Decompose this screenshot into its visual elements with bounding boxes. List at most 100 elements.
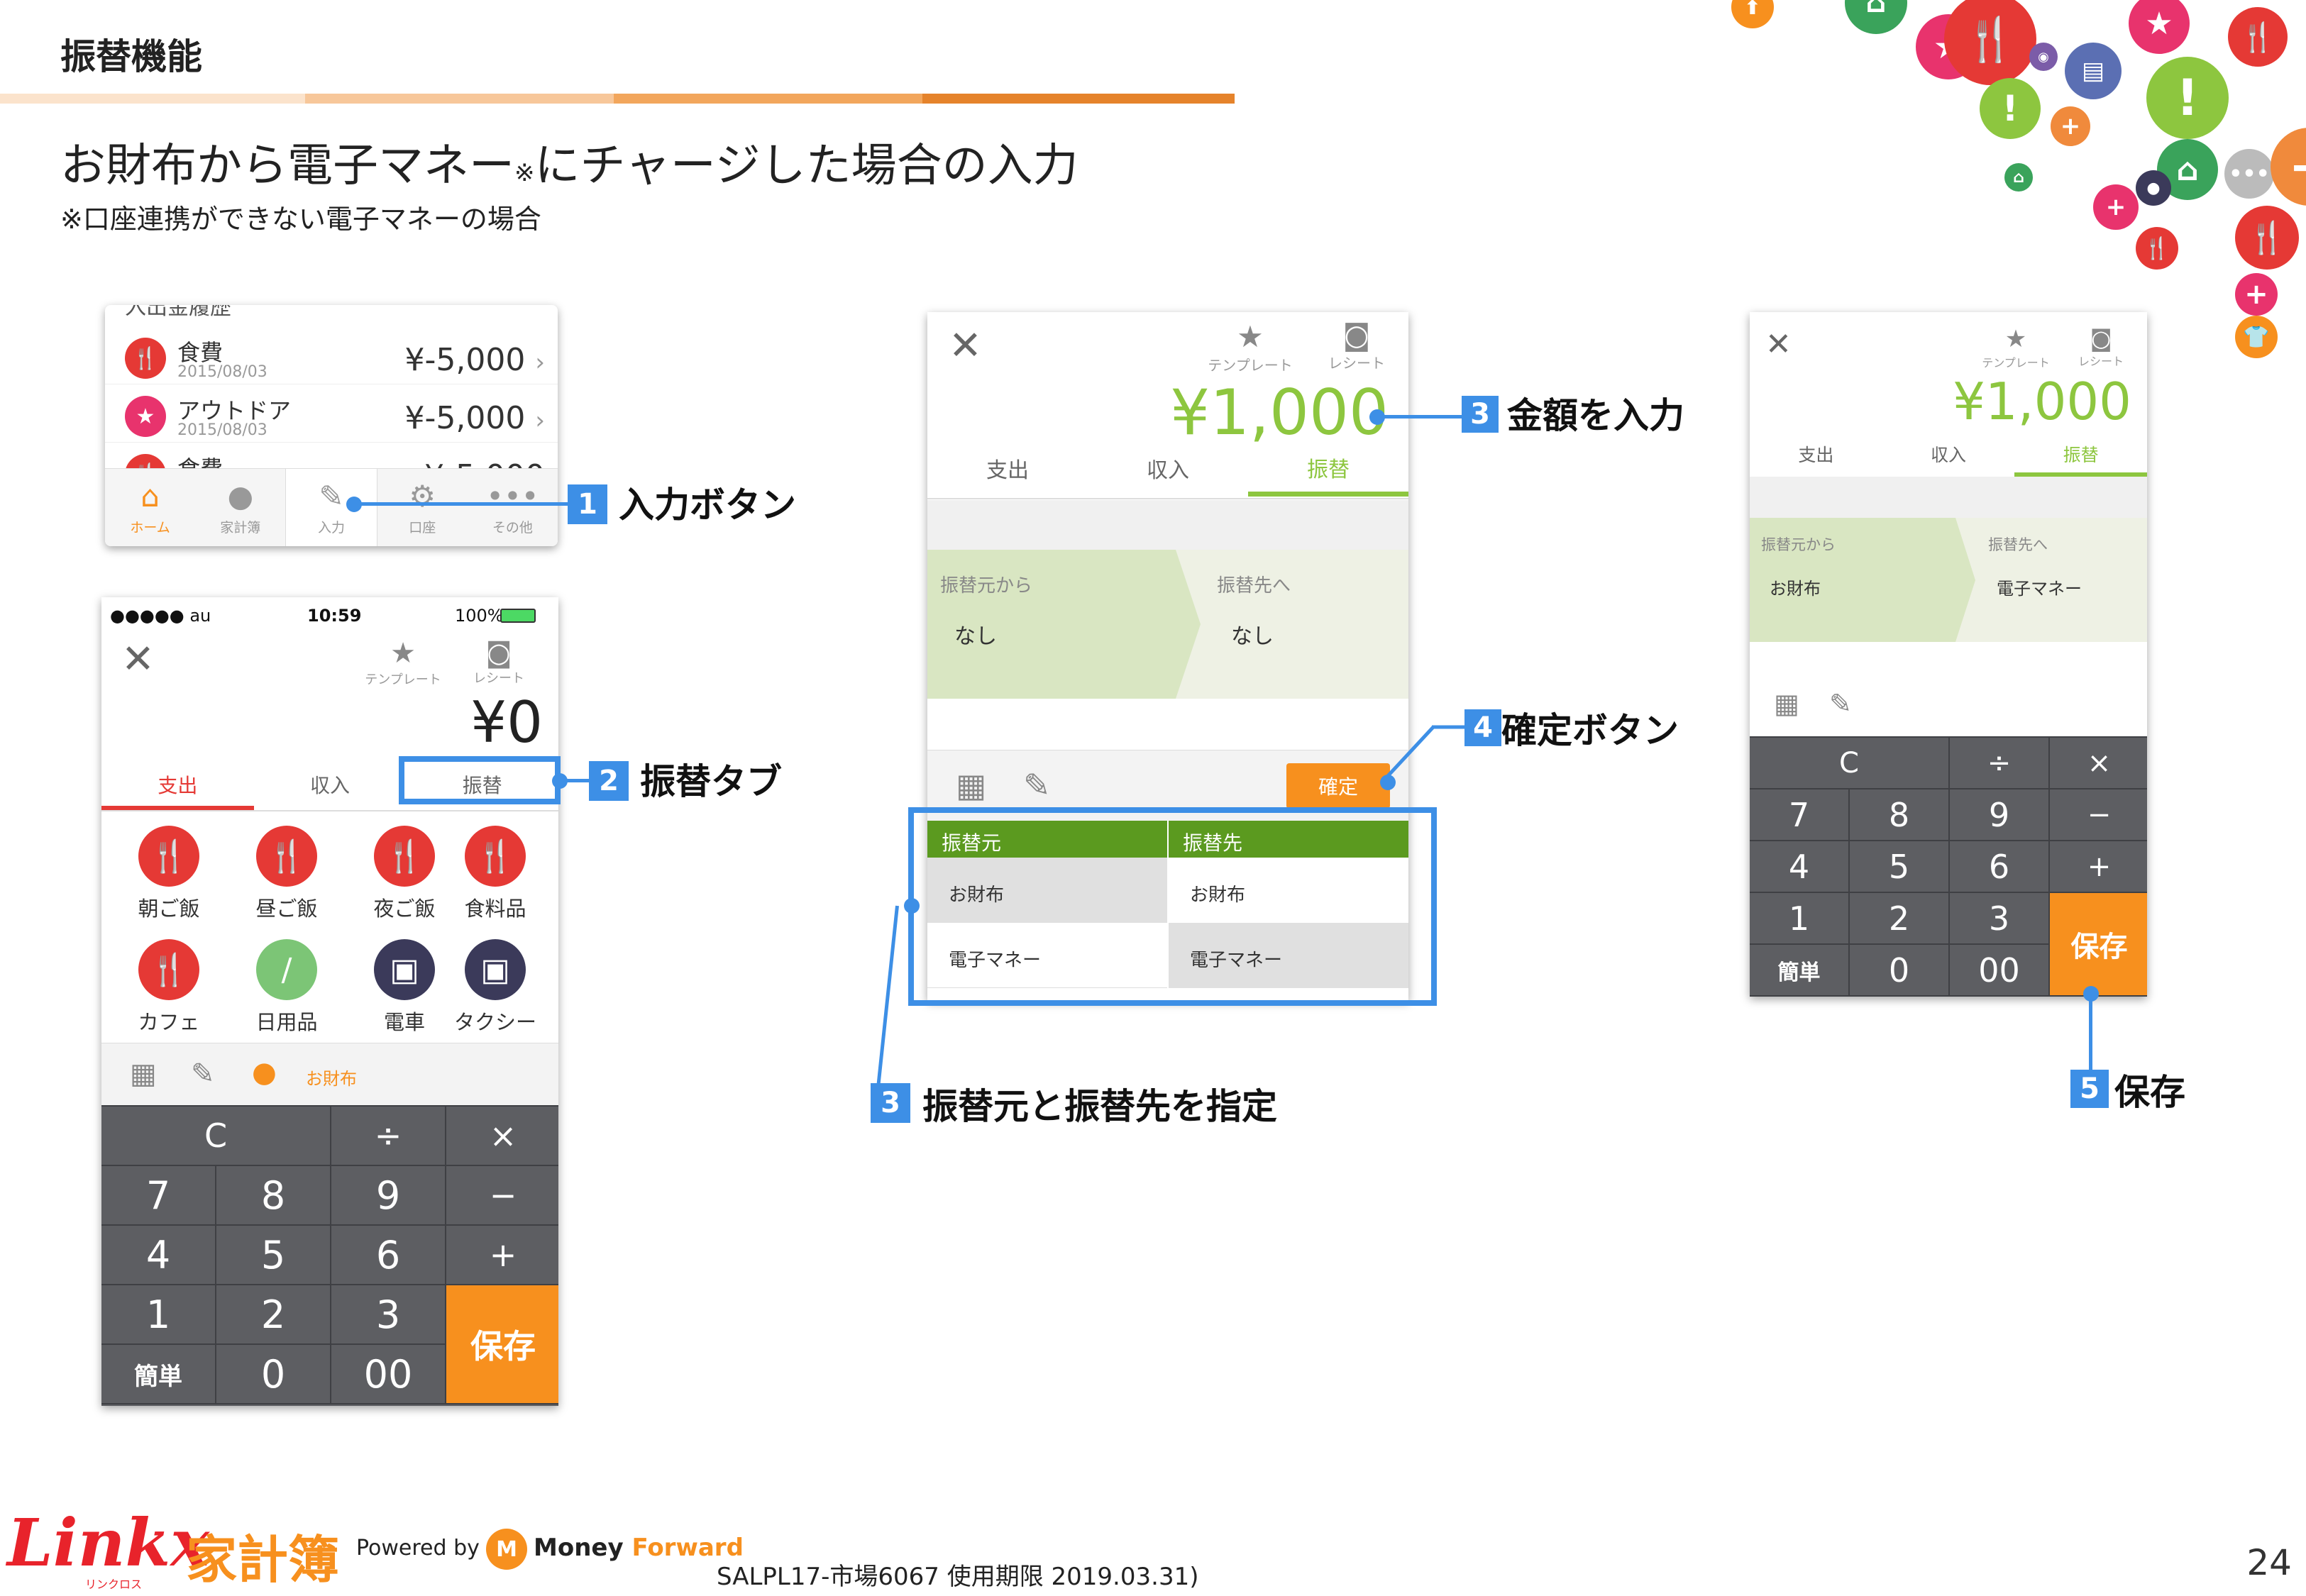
key-plus[interactable]: + [2048, 840, 2147, 893]
tab-expense[interactable]: 支出 [927, 453, 1088, 497]
tab-more[interactable]: ••• その他 [468, 469, 558, 546]
memo-icon[interactable]: ✎ [191, 1058, 215, 1090]
wallet-icon[interactable]: ● [252, 1056, 277, 1089]
amount-display: ¥0 [470, 689, 543, 755]
key-clear[interactable]: C [1750, 736, 1950, 789]
key-9[interactable]: 9 [330, 1165, 446, 1226]
from-value: お財布 [1770, 579, 1821, 599]
callout-1-text: 入力ボタン [619, 484, 796, 526]
from-field[interactable]: 振替元から なし [940, 571, 1167, 650]
callout-2-line [561, 779, 589, 782]
key-simple[interactable]: 簡単 [1750, 943, 1850, 997]
key-minus[interactable]: − [445, 1165, 558, 1226]
key-1[interactable]: 1 [1750, 892, 1850, 945]
tab-home[interactable]: ⌂ ホーム [105, 469, 195, 546]
save-button[interactable]: 保存 [445, 1284, 558, 1404]
key-minus[interactable]: − [2048, 788, 2147, 841]
category-item[interactable]: ▣ タクシー [442, 939, 548, 1036]
list-item[interactable]: ★ アウトドア 2015/08/03 ¥-5,000 › [105, 384, 558, 443]
tab-income[interactable]: 収入 [254, 770, 407, 810]
save-button[interactable]: 保存 [2048, 892, 2147, 997]
key-simple[interactable]: 簡単 [101, 1343, 216, 1404]
title-underline-4 [922, 94, 1235, 104]
tab-transfer[interactable]: 振替 [2014, 441, 2147, 477]
key-00[interactable]: 00 [1948, 943, 2050, 997]
input-toolbar: ▦ ✎ ● お財布 [101, 1043, 558, 1105]
tab-expense[interactable]: 支出 [1750, 441, 1882, 477]
calendar-icon[interactable]: ▦ [1774, 688, 1799, 719]
tab-expense[interactable]: 支出 [101, 770, 254, 810]
memo-icon[interactable]: ✎ [1829, 688, 1852, 719]
key-00[interactable]: 00 [330, 1343, 446, 1404]
callout-picker-highlight [908, 807, 1437, 1006]
calendar-icon[interactable]: ▦ [130, 1058, 157, 1090]
key-2[interactable]: 2 [1848, 892, 1950, 945]
key-0[interactable]: 0 [1848, 943, 1950, 997]
template-button[interactable]: ★ テンプレート [364, 637, 442, 688]
star-icon: ★ [1237, 319, 1264, 354]
category-item[interactable]: ∕ 日用品 [233, 939, 340, 1036]
receipt-button[interactable]: ◙ レシート [2069, 325, 2133, 369]
money-forward-icon: M [486, 1529, 527, 1570]
alert-icon: ! [2146, 57, 2229, 139]
list-item[interactable]: 🍴 食費 2015/08/03 ¥-5,000 › [105, 326, 558, 384]
close-icon[interactable]: ✕ [121, 636, 155, 682]
key-7[interactable]: 7 [101, 1165, 216, 1226]
category-item[interactable]: 🍴 食料品 [442, 826, 548, 922]
key-8[interactable]: 8 [1848, 788, 1950, 841]
receipt-button[interactable]: ◙ レシート [1318, 319, 1396, 372]
tab-kakeibo[interactable]: ● 家計簿 [195, 469, 285, 546]
amount-display: ¥1,000 [1170, 376, 1389, 449]
category-item[interactable]: 🍴 昼ご飯 [233, 826, 340, 922]
memo-icon[interactable]: ✎ [1023, 766, 1051, 804]
key-5[interactable]: 5 [1848, 840, 1950, 893]
key-9[interactable]: 9 [1948, 788, 2050, 841]
key-3[interactable]: 3 [330, 1284, 446, 1345]
key-1[interactable]: 1 [101, 1284, 216, 1345]
tab-income[interactable]: 収入 [1088, 453, 1248, 497]
callout-2-number: 2 [589, 761, 629, 801]
key-4[interactable]: 4 [101, 1224, 216, 1285]
key-3[interactable]: 3 [1948, 892, 2050, 945]
to-field[interactable]: 振替先へ なし [1217, 571, 1394, 650]
tab-transfer[interactable]: 振替 [1248, 452, 1408, 497]
camera-icon: ◙ [1342, 319, 1371, 352]
key-multiply[interactable]: × [445, 1105, 558, 1166]
battery-icon [500, 609, 536, 623]
from-field[interactable]: 振替元から お財布 [1761, 533, 1946, 599]
fork-knife-icon: 🍴 [125, 338, 166, 379]
receipt-button[interactable]: ◙ レシート [463, 637, 534, 687]
item-date: 2015/08/03 [177, 363, 267, 381]
key-8[interactable]: 8 [215, 1165, 331, 1226]
key-plus[interactable]: + [445, 1224, 558, 1285]
tab-input[interactable]: ✎ 入力 [285, 469, 377, 546]
key-7[interactable]: 7 [1750, 788, 1850, 841]
template-button[interactable]: ★ テンプレート [1977, 325, 2055, 370]
key-6[interactable]: 6 [330, 1224, 446, 1285]
calendar-icon[interactable]: ▦ [956, 766, 986, 804]
tab-account[interactable]: ⚙ 口座 [377, 469, 468, 546]
key-5[interactable]: 5 [215, 1224, 331, 1285]
key-6[interactable]: 6 [1948, 840, 2050, 893]
key-4[interactable]: 4 [1750, 840, 1850, 893]
category-item[interactable]: 🍴 カフェ [116, 939, 222, 1036]
close-icon[interactable]: ✕ [949, 323, 982, 369]
key-divide[interactable]: ÷ [330, 1105, 446, 1166]
close-icon[interactable]: ✕ [1765, 326, 1792, 362]
key-multiply[interactable]: × [2048, 736, 2147, 789]
callout-5-line [2089, 993, 2092, 1073]
key-clear[interactable]: C [101, 1105, 331, 1166]
house-icon: ⌂ [2004, 163, 2033, 192]
fork-knife-icon: 🍴 [465, 826, 526, 887]
tab-income[interactable]: 収入 [1882, 441, 2015, 477]
confirm-button[interactable]: 確定 [1286, 763, 1390, 809]
template-button[interactable]: ★ テンプレート [1204, 319, 1296, 375]
key-0[interactable]: 0 [215, 1343, 331, 1404]
key-2[interactable]: 2 [215, 1284, 331, 1345]
callout-3-text: 金額を入力 [1507, 395, 1684, 436]
key-divide[interactable]: ÷ [1948, 736, 2050, 789]
wallet-label[interactable]: お財布 [306, 1065, 357, 1090]
category-item[interactable]: 🍴 朝ご飯 [116, 826, 222, 922]
to-field[interactable]: 振替先へ 電子マネー [1988, 533, 2137, 599]
title-underline-1 [0, 94, 305, 104]
